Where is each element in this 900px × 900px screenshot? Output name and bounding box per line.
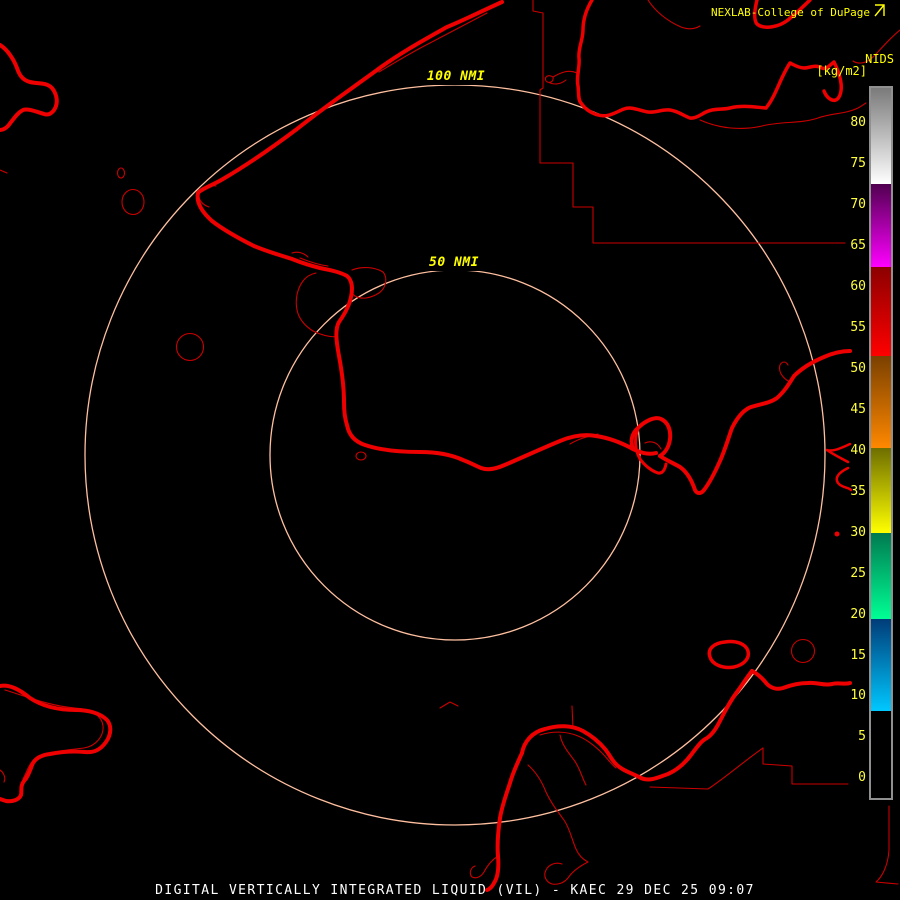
sw-island — [0, 683, 113, 804]
small-lake — [175, 332, 205, 362]
ring-label-100nmi: 100 NMI — [414, 68, 498, 85]
se-coastline — [750, 669, 852, 691]
colorbar-tick-label: 50 — [850, 360, 866, 376]
colorbar-segment — [871, 183, 891, 268]
small-lake — [790, 638, 816, 664]
colorbar-tick-label: 40 — [850, 442, 866, 458]
colorbar-tick-label: 15 — [850, 647, 866, 663]
colorbar-tick-label: 35 — [850, 483, 866, 499]
brand: NEXLAB-College of DuPage — [711, 4, 885, 21]
se-lake — [707, 639, 751, 670]
colorbar-segment — [871, 355, 891, 449]
ring-label-50nmi: 50 NMI — [419, 254, 489, 271]
colorbar-tick-label: 60 — [850, 278, 866, 294]
colorbar-tick-label: 65 — [850, 238, 866, 254]
colorbar-segment — [871, 448, 891, 533]
colorbar-tick-label: 30 — [850, 524, 866, 540]
colorbar-tick-label: 0 — [858, 770, 866, 786]
coastlines — [0, 0, 853, 892]
boundary-lines — [0, 0, 900, 885]
radar-map[interactable] — [0, 0, 900, 900]
brand-text: NEXLAB-College of DuPage — [711, 5, 870, 19]
colorbar-tick-label: 45 — [850, 401, 866, 417]
colorbar-tick-label: 70 — [850, 197, 866, 213]
colorbar-tick-label: 10 — [850, 688, 866, 704]
nw-headland — [0, 43, 59, 132]
colorbar-units: [kg/m2] — [816, 64, 867, 78]
colorbar-tick-label: 25 — [850, 565, 866, 581]
colorbar-tick-label: 80 — [850, 115, 866, 131]
colorbar-segment — [871, 88, 891, 184]
colorbar-segments — [871, 88, 891, 798]
colorbar-segment — [871, 532, 891, 620]
colorbar-tick-label: 20 — [850, 606, 866, 622]
small-lake — [355, 451, 367, 461]
small-lake — [116, 167, 126, 179]
colorbar-tick-label: 75 — [850, 156, 866, 172]
colorbar-segment — [871, 267, 891, 356]
product-caption: DIGITAL VERTICALLY INTEGRATED LIQUID (VI… — [155, 883, 755, 898]
colorbar-tick-label: 55 — [850, 319, 866, 335]
river-delta — [520, 669, 754, 782]
colorbar-segment — [871, 711, 891, 798]
dupage-flag-icon — [874, 4, 885, 21]
colorbar-tick-label: 5 — [858, 729, 866, 745]
colorbar — [869, 86, 893, 800]
colorbar-title: NIDS — [865, 52, 894, 66]
small-lake — [121, 188, 145, 216]
colorbar-segment — [871, 619, 891, 712]
